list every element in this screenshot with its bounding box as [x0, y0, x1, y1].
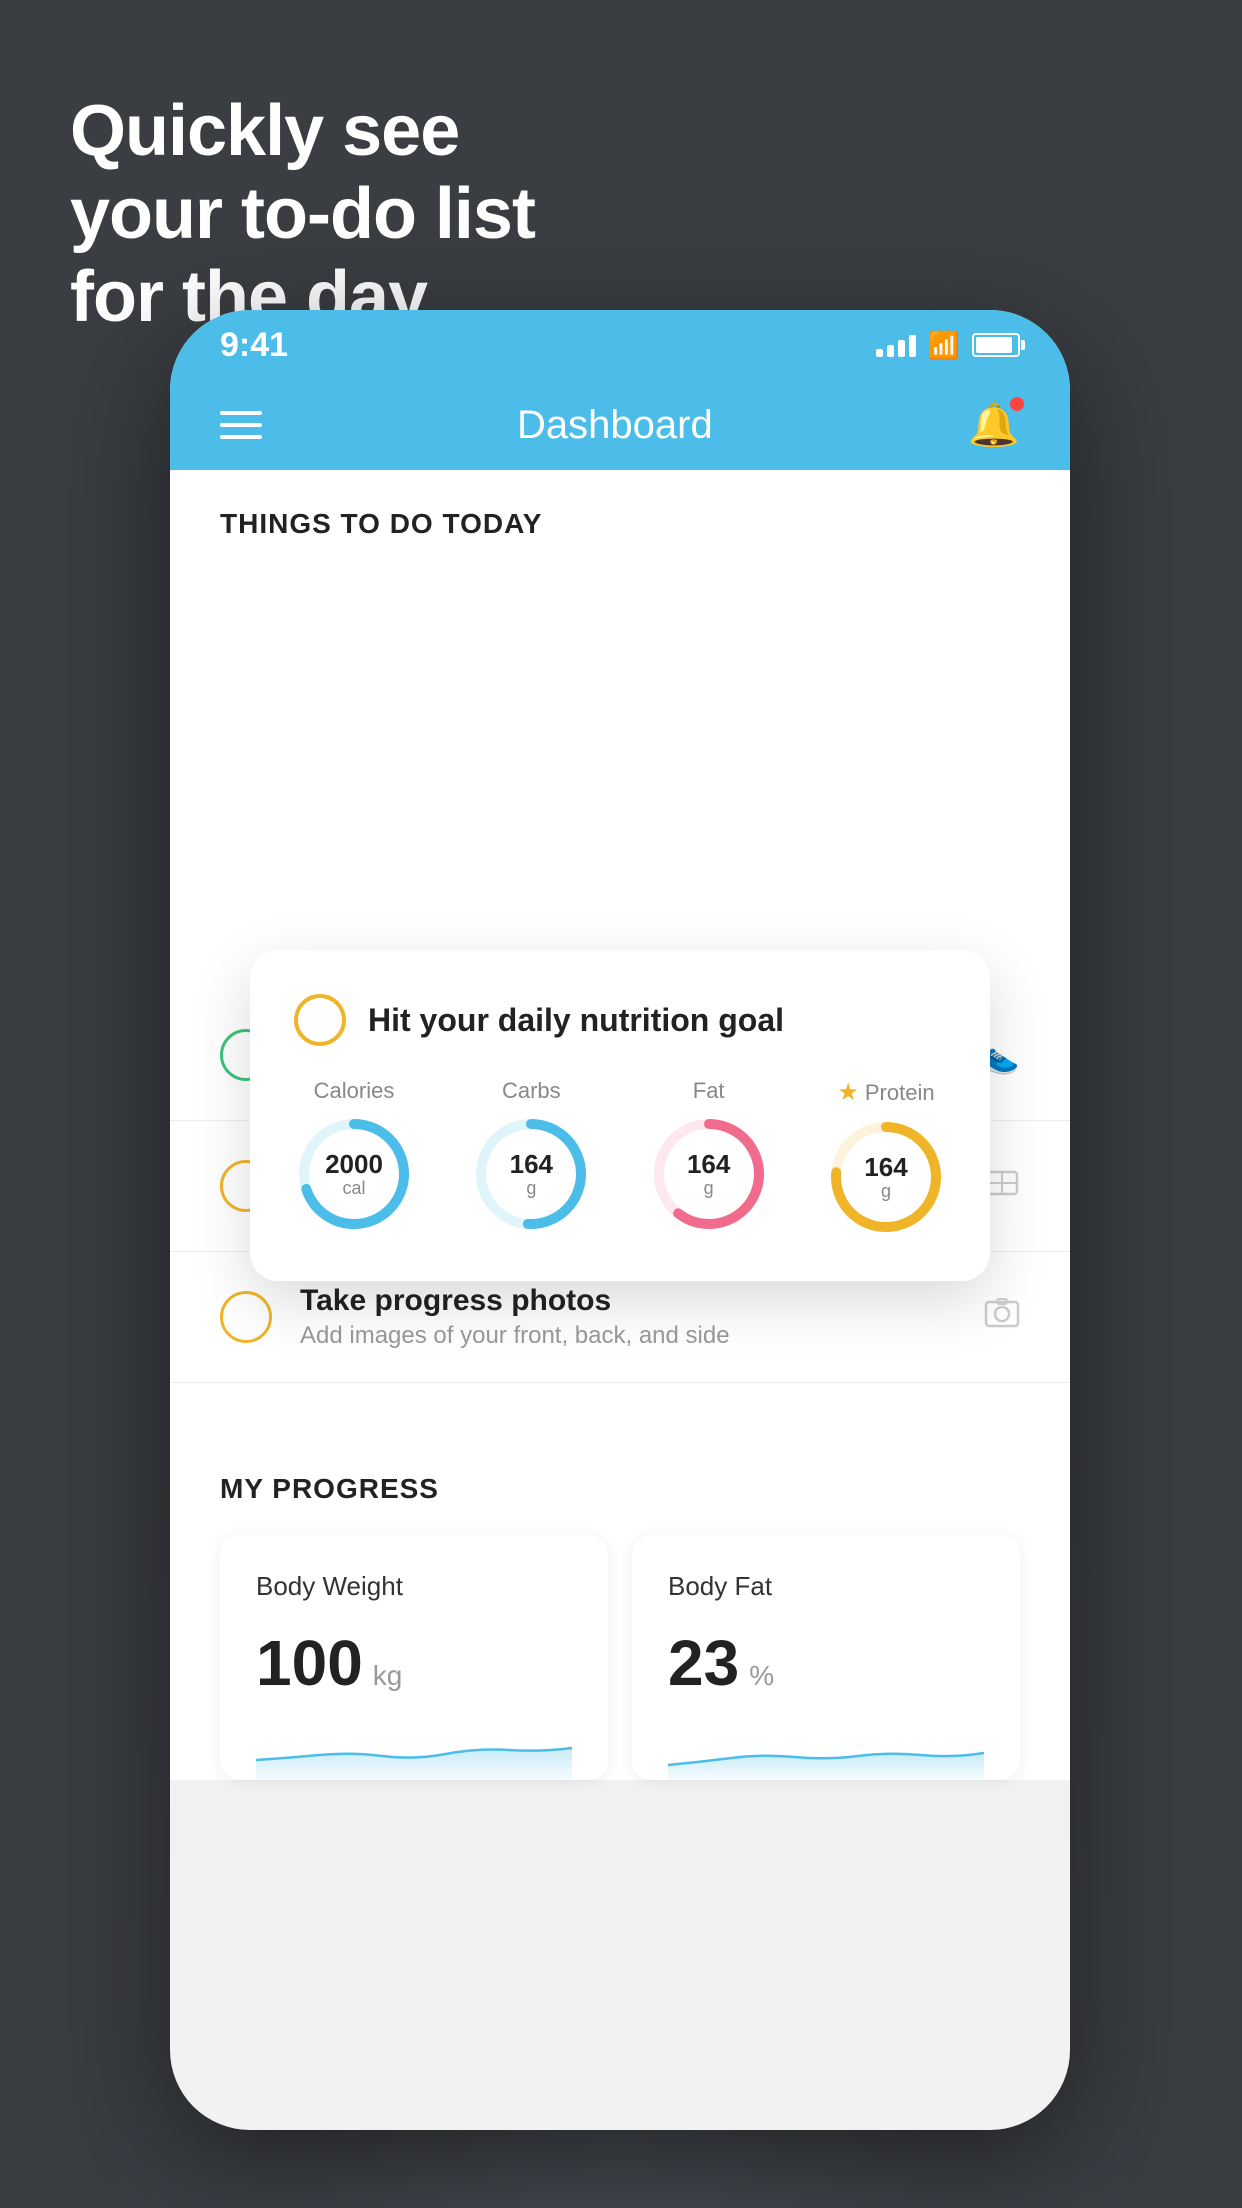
nutrition-card: Hit your daily nutrition goal Calories 2…: [250, 950, 990, 1281]
carbs-value-group: 164 g: [510, 1150, 553, 1198]
signal-icon: [876, 333, 916, 357]
protein-value: 164: [864, 1153, 907, 1182]
carbs-value: 164: [510, 1150, 553, 1179]
nutrition-grid: Calories 2000 cal Carbs: [294, 1078, 946, 1237]
bell-notification-dot: [1010, 397, 1024, 411]
nav-bar: Dashboard 🔔: [170, 380, 1070, 470]
nutrition-card-title: Hit your daily nutrition goal: [368, 1002, 784, 1039]
things-to-do-header: THINGS TO DO TODAY: [170, 470, 1070, 560]
protein-star-icon: ★: [837, 1078, 859, 1107]
body-fat-card-title: Body Fat: [668, 1571, 984, 1602]
body-fat-value-row: 23 %: [668, 1626, 984, 1700]
phone-content: THINGS TO DO TODAY Hit your daily nutrit…: [170, 470, 1070, 1780]
fat-unit: g: [704, 1177, 714, 1197]
progress-photos-check-circle[interactable]: [220, 1291, 272, 1343]
protein-label-row: ★ Protein: [837, 1078, 934, 1107]
fat-label: Fat: [693, 1078, 725, 1104]
calories-unit: cal: [342, 1177, 365, 1197]
body-weight-card-title: Body Weight: [256, 1571, 572, 1602]
nutrition-fat: Fat 164 g: [649, 1078, 769, 1237]
fat-value: 164: [687, 1150, 730, 1179]
fat-value-group: 164 g: [687, 1150, 730, 1198]
status-time: 9:41: [220, 326, 288, 365]
status-icons: 📶: [876, 330, 1020, 361]
nutrition-carbs: Carbs 164 g: [471, 1078, 591, 1237]
progress-photos-title: Take progress photos: [300, 1284, 956, 1318]
body-fat-card[interactable]: Body Fat 23 %: [632, 1535, 1020, 1780]
protein-label: Protein: [865, 1080, 935, 1106]
body-weight-chart: [256, 1720, 572, 1780]
battery-icon: [972, 333, 1020, 357]
progress-heading: MY PROGRESS: [220, 1473, 1020, 1505]
protein-value-group: 164 g: [864, 1153, 907, 1201]
things-to-do-title: THINGS TO DO TODAY: [220, 508, 542, 539]
body-weight-unit: kg: [373, 1660, 403, 1692]
body-weight-value: 100: [256, 1626, 363, 1700]
carbs-label: Carbs: [502, 1078, 561, 1104]
progress-section: MY PROGRESS Body Weight 100 kg: [170, 1423, 1070, 1780]
status-bar: 9:41 📶: [170, 310, 1070, 380]
body-fat-value: 23: [668, 1626, 739, 1700]
calories-ring: 2000 cal: [294, 1114, 414, 1234]
progress-photos-info: Take progress photos Add images of your …: [300, 1284, 956, 1350]
calories-value: 2000: [325, 1150, 383, 1179]
card-title-row: Hit your daily nutrition goal: [294, 994, 946, 1046]
wifi-icon: 📶: [928, 330, 960, 361]
nutrition-check-circle[interactable]: [294, 994, 346, 1046]
calories-label: Calories: [314, 1078, 395, 1104]
bell-icon[interactable]: 🔔: [968, 401, 1020, 450]
protein-ring: 164 g: [826, 1117, 946, 1237]
carbs-ring: 164 g: [471, 1114, 591, 1234]
phone-shell: 9:41 📶 Dashboard 🔔 THINGS TO DO TODAY: [170, 310, 1070, 2130]
nutrition-protein: ★ Protein 164 g: [826, 1078, 946, 1237]
progress-photos-subtitle: Add images of your front, back, and side: [300, 1322, 956, 1350]
fat-ring: 164 g: [649, 1114, 769, 1234]
calories-value-group: 2000 cal: [325, 1150, 383, 1198]
body-weight-card[interactable]: Body Weight 100 kg: [220, 1535, 608, 1780]
progress-cards: Body Weight 100 kg: [220, 1535, 1020, 1780]
nutrition-calories: Calories 2000 cal: [294, 1078, 414, 1237]
hamburger-icon[interactable]: [220, 411, 262, 439]
protein-unit: g: [881, 1180, 891, 1200]
photo-icon: [984, 1295, 1020, 1340]
carbs-unit: g: [526, 1177, 536, 1197]
body-weight-value-row: 100 kg: [256, 1626, 572, 1700]
body-fat-chart: [668, 1720, 984, 1780]
nav-title: Dashboard: [517, 403, 713, 448]
body-fat-unit: %: [749, 1660, 774, 1692]
hero-text: Quickly see your to-do list for the day.: [70, 90, 535, 338]
